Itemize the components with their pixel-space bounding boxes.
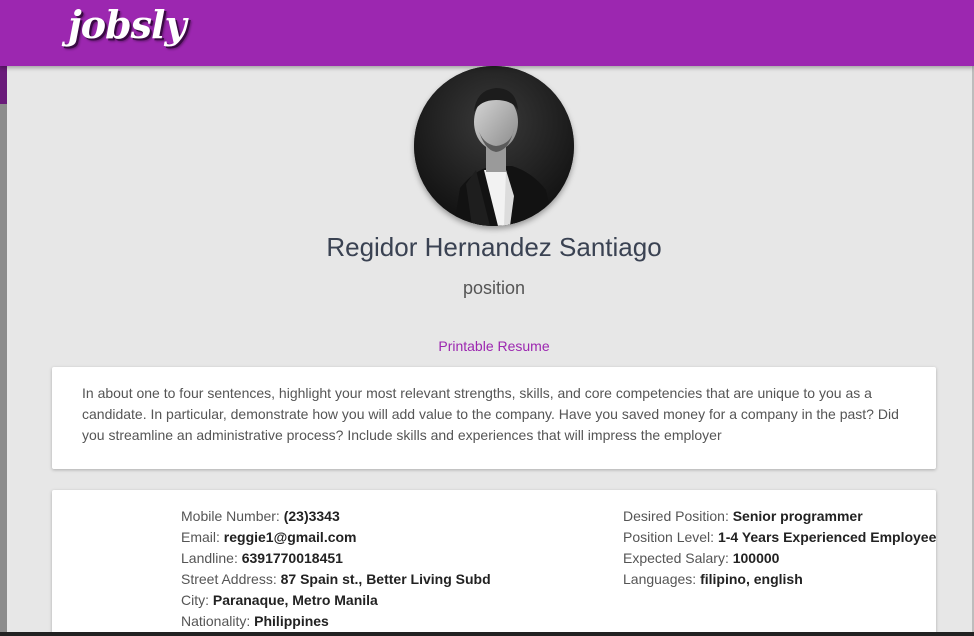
left-drawer-accent: [0, 66, 7, 104]
detail-row-landline: Landline: 6391770018451: [181, 548, 491, 569]
detail-label: Landline:: [181, 550, 242, 566]
detail-value: 1-4 Years Experienced Employee: [717, 529, 937, 545]
job-details-column: Desired Position: Senior programmer Posi…: [623, 506, 936, 590]
detail-value: (23)3343: [283, 508, 340, 524]
detail-value: 87 Spain st., Better Living Subd: [280, 571, 491, 587]
detail-value: Senior programmer: [732, 508, 863, 524]
detail-label: Street Address:: [181, 571, 281, 587]
detail-row-nationality: Nationality: Philippines: [181, 611, 491, 632]
detail-label: Expected Salary:: [623, 550, 733, 566]
detail-label: Position Level:: [623, 529, 718, 545]
detail-row-desired-position: Desired Position: Senior programmer: [623, 506, 936, 527]
detail-label: Languages:: [623, 571, 701, 587]
detail-row-position-level: Position Level: 1-4 Years Experienced Em…: [623, 527, 936, 548]
detail-row-mobile: Mobile Number: (23)3343: [181, 506, 491, 527]
summary-text: In about one to four sentences, highligh…: [82, 385, 899, 443]
detail-row-street: Street Address: 87 Spain st., Better Liv…: [181, 569, 491, 590]
detail-label: Mobile Number:: [181, 508, 284, 524]
printable-resume-link[interactable]: Printable Resume: [0, 338, 974, 354]
detail-label: Desired Position:: [623, 508, 733, 524]
profile-position: position: [462, 278, 526, 298]
detail-label: City:: [181, 592, 213, 608]
detail-row-city: City: Paranaque, Metro Manila: [181, 590, 491, 611]
detail-value: Paranaque, Metro Manila: [212, 592, 378, 608]
detail-value: 100000: [732, 550, 780, 566]
detail-value: reggie1@gmail.com: [223, 529, 357, 545]
jobsly-logo[interactable]: jobsly: [68, 2, 187, 47]
detail-value: filipino, english: [700, 571, 803, 587]
detail-label: Email:: [181, 529, 224, 545]
summary-card: In about one to four sentences, highligh…: [52, 367, 936, 469]
detail-value: Philippines: [254, 613, 329, 629]
detail-value: 6391770018451: [241, 550, 343, 566]
detail-label: Nationality:: [181, 613, 255, 629]
profile-avatar: [414, 66, 574, 226]
profile-name: Regidor Hernandez Santiago: [326, 232, 662, 262]
contact-details-column: Mobile Number: (23)3343 Email: reggie1@g…: [181, 506, 491, 632]
detail-row-expected-salary: Expected Salary: 100000: [623, 548, 936, 569]
bottom-edge: [0, 632, 974, 636]
details-card: Mobile Number: (23)3343 Email: reggie1@g…: [52, 490, 936, 636]
top-app-bar: jobsly: [0, 0, 974, 66]
detail-row-languages: Languages: filipino, english: [623, 569, 936, 590]
detail-row-email: Email: reggie1@gmail.com: [181, 527, 491, 548]
avatar-photo: [414, 66, 574, 226]
